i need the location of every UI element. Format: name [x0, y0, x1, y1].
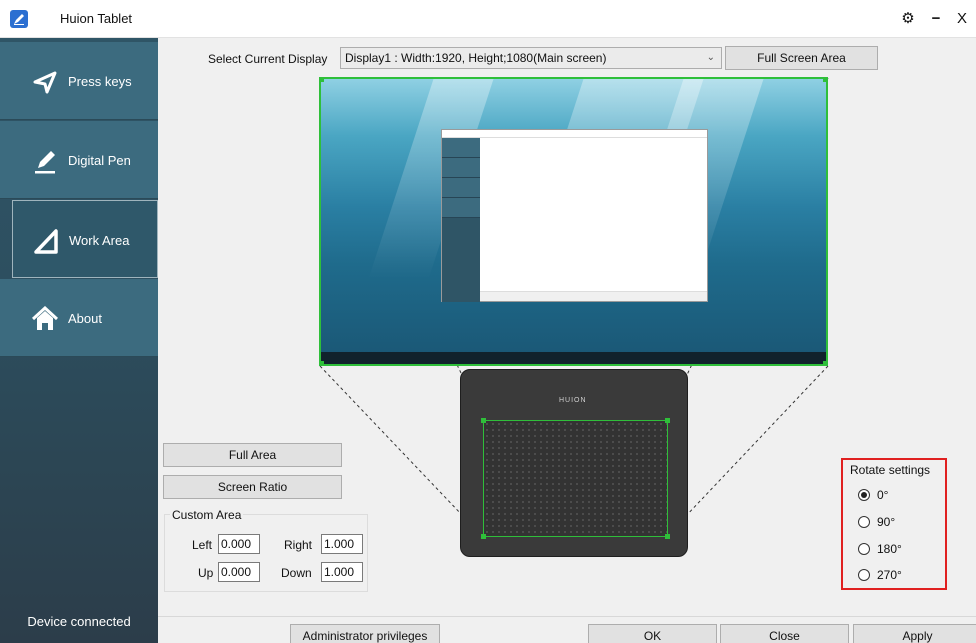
sidebar-item-press-keys[interactable]: Press keys	[0, 42, 158, 120]
window-title: Huion Tablet	[60, 11, 133, 26]
sidebar-item-work-area[interactable]: Work Area	[12, 200, 158, 278]
pen-icon	[32, 148, 58, 174]
title-bar: Huion Tablet ⚙ − X	[0, 0, 976, 38]
rotate-option-label: 0°	[877, 488, 889, 502]
sidebar-item-label: About	[68, 311, 102, 326]
triangle-ruler-icon	[33, 228, 59, 254]
home-icon	[31, 305, 59, 332]
custom-area-title: Custom Area	[170, 508, 244, 522]
display-select-label: Select Current Display	[208, 52, 328, 66]
tablet-brand: HUION	[559, 397, 587, 404]
administrator-privileges-button[interactable]: Administrator privileges	[290, 624, 440, 643]
sidebar-item-label: Digital Pen	[68, 153, 131, 168]
radio-icon	[858, 543, 870, 555]
up-label: Up	[198, 566, 214, 580]
rotate-option-label: 90°	[877, 515, 896, 529]
sidebar-item-about[interactable]: About	[0, 279, 158, 357]
full-area-button[interactable]: Full Area	[163, 443, 342, 467]
chevron-down-icon: ⌄	[706, 52, 715, 63]
send-arrow-icon	[32, 69, 58, 95]
left-field[interactable]: 0.000	[218, 534, 260, 554]
rotate-option-label: 180°	[877, 542, 902, 556]
radio-icon	[858, 516, 870, 528]
up-field[interactable]: 0.000	[218, 562, 260, 582]
rotate-option-label: 270°	[877, 568, 902, 582]
close-window-button[interactable]: X	[952, 8, 972, 30]
left-label: Left	[192, 538, 213, 552]
right-label: Right	[284, 538, 313, 552]
ok-button[interactable]: OK	[588, 624, 717, 643]
tablet-work-area[interactable]	[481, 418, 670, 539]
display-preview	[319, 77, 828, 366]
right-field[interactable]: 1.000	[321, 534, 363, 554]
tablet-preview: HUION	[460, 369, 688, 557]
sidebar-item-digital-pen[interactable]: Digital Pen	[0, 121, 158, 199]
down-label: Down	[281, 566, 312, 580]
full-screen-area-button[interactable]: Full Screen Area	[725, 46, 878, 70]
minimize-button[interactable]: −	[926, 8, 946, 30]
close-button[interactable]: Close	[720, 624, 849, 643]
apply-button[interactable]: Apply	[853, 624, 976, 643]
display-select-value: Display1 : Width:1920, Height;1080(Main …	[345, 51, 607, 65]
radio-icon	[858, 569, 870, 581]
sidebar-item-label: Work Area	[69, 233, 130, 248]
device-status: Device connected	[27, 614, 131, 629]
rotate-settings-title: Rotate settings	[850, 463, 931, 477]
work-area-panel: Select Current Display Display1 : Width:…	[158, 38, 976, 643]
sidebar: Press keys Digital Pen Work Area About D…	[0, 38, 158, 643]
sidebar-item-label: Press keys	[68, 74, 132, 89]
radio-selected-icon	[858, 489, 870, 501]
preview-taskbar	[321, 352, 826, 364]
screen-ratio-button[interactable]: Screen Ratio	[163, 475, 342, 499]
down-field[interactable]: 1.000	[321, 562, 363, 582]
settings-gear-icon[interactable]: ⚙	[898, 8, 918, 30]
app-logo-icon	[10, 10, 28, 28]
display-select[interactable]: Display1 : Width:1920, Height;1080(Main …	[340, 47, 722, 69]
preview-app-window	[441, 129, 708, 302]
